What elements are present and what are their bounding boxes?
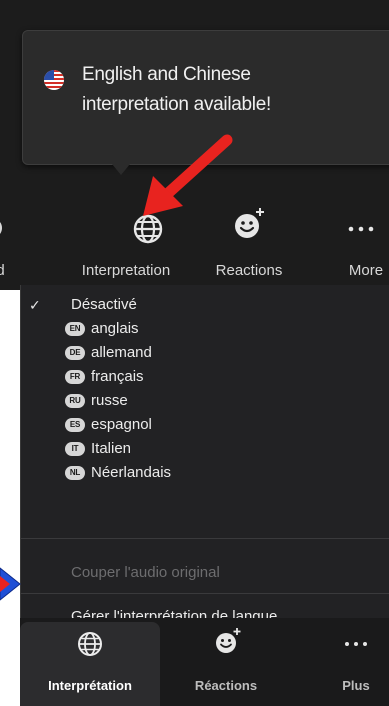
language-badge-icon: ES: [65, 418, 85, 432]
language-label: Néerlandais: [91, 464, 172, 481]
language-label: anglais: [91, 320, 139, 337]
language-badge-icon: NL: [65, 466, 85, 480]
meeting-toolbar-screenshot: English and Chinese interpretation avail…: [0, 0, 389, 290]
reactions-button-label[interactable]: Réactions: [195, 678, 257, 693]
checkmark-icon: ✓: [29, 297, 41, 313]
language-item-es[interactable]: ES espagnol: [21, 413, 389, 437]
language-badge-icon: FR: [65, 370, 85, 384]
menu-item-off[interactable]: ✓ Désactivé: [21, 293, 389, 317]
interpretation-button-label[interactable]: Interpretation: [82, 262, 170, 279]
partial-button-label: rd: [0, 262, 5, 279]
language-item-ru[interactable]: RU russe: [21, 389, 389, 413]
language-item-en[interactable]: EN anglais: [21, 317, 389, 341]
language-label: espagnol: [91, 416, 152, 433]
tooltip-pointer: [112, 164, 130, 175]
language-label: Italien: [91, 440, 132, 457]
tooltip-line-2: interpretation available!: [82, 94, 271, 115]
partial-button-icon: [0, 222, 2, 234]
more-icon[interactable]: [344, 212, 378, 246]
language-item-fr[interactable]: FR français: [21, 365, 389, 389]
more-button-label[interactable]: More: [349, 262, 383, 279]
reactions-icon[interactable]: [214, 626, 242, 654]
bottom-toolbar: Interprétation Réactions Plus: [20, 618, 389, 706]
more-button-label[interactable]: Plus: [342, 678, 369, 693]
blue-arrow-annotation: [0, 567, 21, 601]
red-arrow-annotation: [143, 134, 233, 216]
language-label: français: [91, 368, 144, 385]
tooltip-line-1: English and Chinese: [82, 64, 251, 85]
language-badge-icon: RU: [65, 394, 85, 408]
language-item-nl[interactable]: NL Néerlandais: [21, 461, 389, 485]
reactions-button-label[interactable]: Reactions: [216, 262, 283, 279]
language-badge-icon: DE: [65, 346, 85, 360]
language-item-it[interactable]: IT Italien: [21, 437, 389, 461]
language-label: allemand: [91, 344, 152, 361]
menu-item-off-label: Désactivé: [71, 296, 137, 313]
globe-icon[interactable]: [76, 630, 104, 658]
us-flag-icon: [44, 70, 64, 90]
language-item-de[interactable]: DE allemand: [21, 341, 389, 365]
more-icon[interactable]: [342, 630, 370, 658]
menu-separator: [21, 593, 389, 594]
language-badge-icon: EN: [65, 322, 85, 336]
tooltip-message: English and Chinese interpretation avail…: [82, 60, 312, 120]
mute-original-audio-item: Couper l'audio original: [71, 564, 220, 581]
interpretation-button-label[interactable]: Interprétation: [48, 678, 132, 693]
language-label: russe: [91, 392, 128, 409]
language-badge-icon: IT: [65, 442, 85, 456]
menu-separator: [21, 538, 389, 539]
